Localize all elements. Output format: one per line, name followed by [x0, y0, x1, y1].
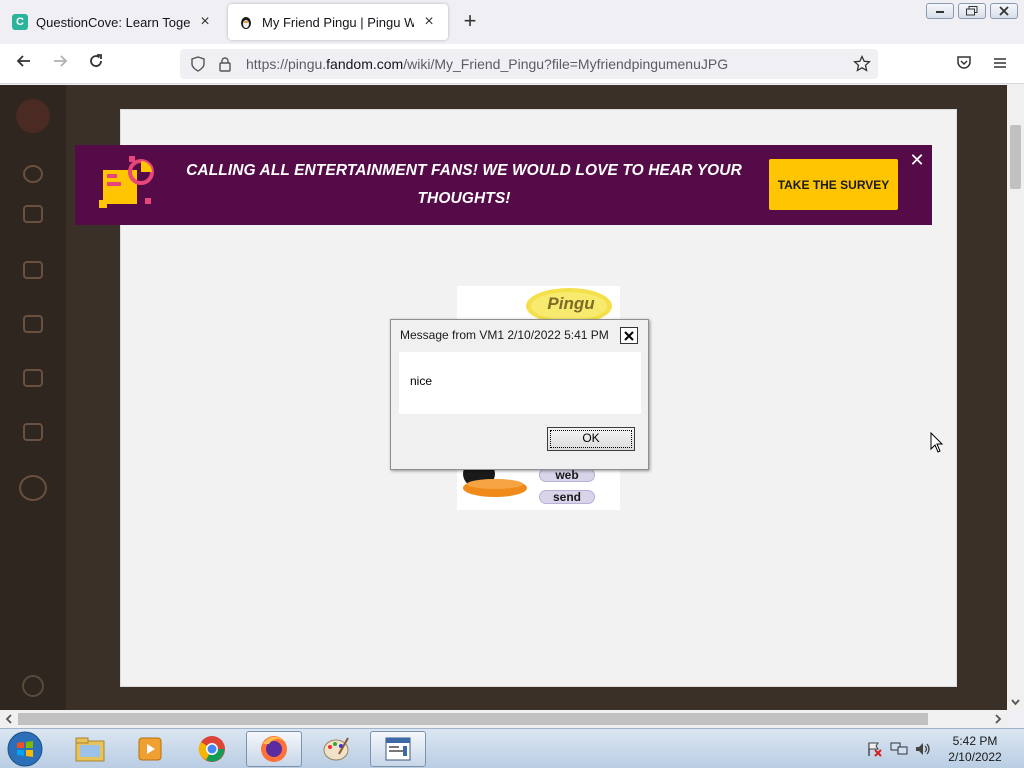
pocket-icon [957, 56, 971, 69]
action-center-flag-icon[interactable] [866, 741, 882, 757]
tab-title: QuestionCove: Learn Together [36, 14, 190, 30]
network-icon[interactable] [890, 741, 908, 757]
folder-icon [75, 737, 105, 762]
scroll-right-icon[interactable] [991, 710, 1005, 728]
taskbar-paint[interactable] [308, 731, 364, 767]
scrollbar-thumb[interactable] [18, 713, 928, 725]
taskbar-message-app[interactable] [370, 731, 426, 767]
shield-icon[interactable] [190, 56, 206, 72]
taskbar-firefox[interactable] [246, 731, 302, 767]
reload-button[interactable] [84, 52, 108, 76]
lock-icon[interactable] [218, 56, 232, 72]
close-tab-icon[interactable]: × [420, 13, 438, 31]
survey-illustration-icon [99, 156, 154, 208]
tab-bar: C QuestionCove: Learn Together × My Frie… [0, 0, 1024, 44]
message-dialog: Message from VM1 2/10/2022 5:41 PM nice … [390, 319, 649, 470]
chrome-icon [198, 736, 225, 762]
arrow-left-icon [16, 55, 30, 67]
banner-close-icon[interactable]: ✕ [907, 150, 927, 170]
menu-item-web[interactable]: web [539, 468, 595, 482]
restore-icon [966, 6, 978, 16]
focus-ring [550, 430, 632, 448]
sidebar-search[interactable] [13, 165, 53, 187]
scrollbar-thumb[interactable] [1010, 125, 1021, 189]
address-bar[interactable]: https://pingu.fandom.com/wiki/My_Friend_… [180, 49, 878, 79]
sidebar-wikis[interactable] [13, 423, 53, 445]
sidebar-games[interactable] [13, 205, 53, 227]
plus-circle-icon [19, 475, 47, 501]
system-tray: 5:42 PM 2/10/2022 [860, 729, 1024, 768]
windows-taskbar: 5:42 PM 2/10/2022 [0, 728, 1024, 768]
windows-logo-icon [7, 731, 43, 767]
dialog-close-button[interactable] [620, 327, 638, 344]
take-survey-button[interactable]: TAKE THE SURVEY [769, 159, 898, 210]
sidebar-movies[interactable] [13, 261, 53, 283]
minimize-icon [936, 11, 944, 13]
tab-pingu-wiki[interactable]: My Friend Pingu | Pingu Wiki | F × [228, 4, 448, 40]
tv-icon [23, 315, 43, 333]
pocket-button[interactable] [952, 52, 976, 76]
wikis-icon [23, 423, 43, 441]
tab-title: My Friend Pingu | Pingu Wiki | F [262, 14, 414, 30]
dialog-message: nice [410, 374, 433, 388]
fandom-sidebar [0, 85, 66, 710]
taskbar-chrome[interactable] [184, 731, 240, 767]
start-button[interactable] [5, 730, 45, 768]
close-tab-icon[interactable]: × [196, 13, 214, 31]
reload-icon [90, 54, 102, 67]
restore-button[interactable] [958, 3, 986, 19]
close-icon [624, 331, 634, 341]
bookmark-star-icon[interactable] [853, 55, 871, 73]
dialog-body: nice [399, 352, 641, 414]
fandom-logo-icon [16, 99, 50, 133]
taskbar-clock[interactable]: 5:42 PM 2/10/2022 [940, 733, 1010, 765]
media-player-icon [138, 737, 162, 761]
scroll-down-icon[interactable] [1007, 697, 1024, 709]
banner-message: CALLING ALL ENTERTAINMENT FANS! WE WOULD… [186, 162, 742, 207]
firefox-icon [261, 736, 287, 762]
games-icon [23, 205, 43, 223]
taskbar-file-explorer[interactable] [62, 731, 118, 767]
menu-button[interactable] [988, 52, 1012, 76]
horizontal-scrollbar[interactable] [0, 710, 1007, 728]
movies-icon [23, 261, 43, 279]
minimize-button[interactable] [926, 3, 954, 19]
dialog-titlebar[interactable]: Message from VM1 2/10/2022 5:41 PM [391, 320, 648, 352]
pingu-favicon-icon [238, 14, 254, 30]
sidebar-video[interactable] [13, 369, 53, 391]
message-window-icon [385, 737, 411, 761]
tab-questioncove[interactable]: C QuestionCove: Learn Together × [2, 4, 224, 40]
dialog-title: Message from VM1 2/10/2022 5:41 PM [400, 328, 609, 342]
questioncove-favicon-icon: C [12, 14, 28, 30]
close-icon [999, 6, 1009, 16]
url-text: https://pingu.fandom.com/wiki/My_Friend_… [246, 56, 729, 72]
taskbar-media-player[interactable] [122, 731, 178, 767]
clock-time: 5:42 PM [952, 734, 998, 748]
user-avatar-icon[interactable] [22, 675, 44, 697]
forward-button[interactable] [48, 52, 72, 76]
vertical-scrollbar[interactable] [1007, 85, 1024, 710]
video-icon [23, 369, 43, 387]
mouse-cursor-icon [930, 432, 944, 453]
search-icon [23, 165, 43, 183]
ok-button[interactable]: OK [547, 427, 635, 451]
clock-date: 2/10/2022 [948, 750, 1002, 764]
menu-item-send[interactable]: send [539, 490, 595, 504]
sidebar-tv[interactable] [13, 315, 53, 337]
close-window-button[interactable] [990, 3, 1018, 19]
back-button[interactable] [12, 52, 36, 76]
navigation-bar: https://pingu.fandom.com/wiki/My_Friend_… [0, 44, 1024, 84]
sidebar-start-wiki[interactable] [13, 475, 53, 505]
pingu-logo-text: Pingu [547, 294, 595, 313]
new-tab-button[interactable]: + [458, 10, 482, 34]
paint-palette-icon [323, 737, 349, 761]
volume-icon[interactable] [914, 741, 932, 757]
arrow-right-icon [54, 55, 68, 67]
scroll-left-icon[interactable] [2, 710, 16, 728]
hamburger-menu-icon [994, 58, 1006, 68]
survey-banner: CALLING ALL ENTERTAINMENT FANS! WE WOULD… [75, 145, 932, 225]
